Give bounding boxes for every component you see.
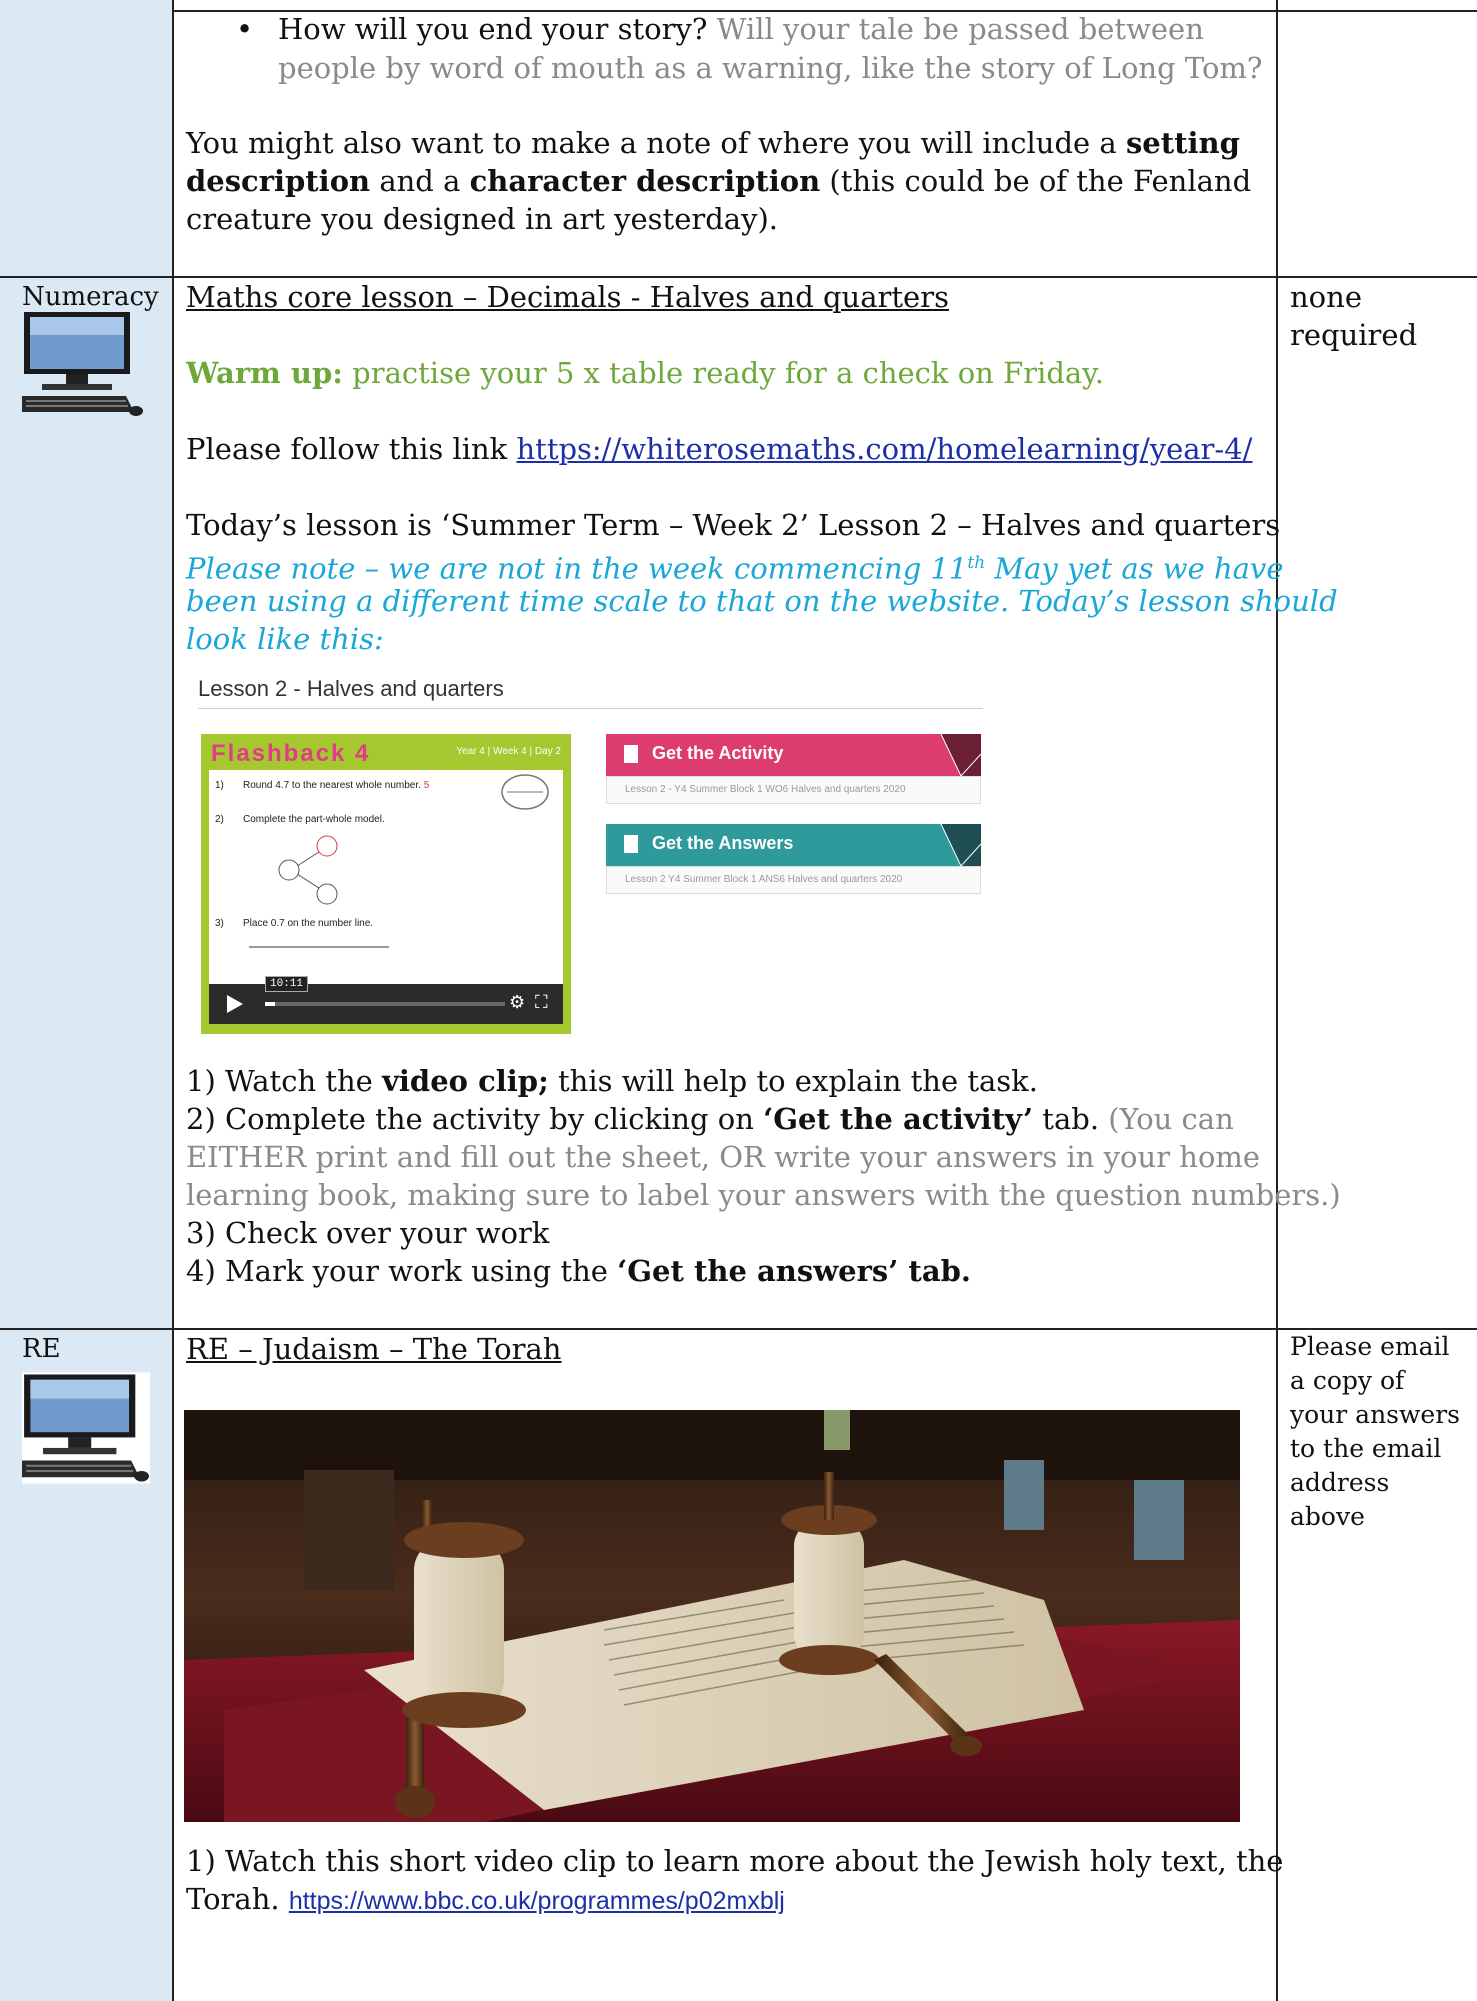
step-1: 1) Watch the video clip; this will help …	[186, 1064, 1038, 1098]
note-line: look like this:	[186, 622, 384, 656]
note-line: been using a different time scale to tha…	[186, 584, 1338, 618]
note-line-2: description and a character description …	[186, 164, 1252, 198]
numeracy-heading: Maths core lesson – Decimals - Halves an…	[186, 280, 949, 314]
flashback-meta: Year 4 | Week 4 | Day 2	[456, 746, 561, 757]
column-divider	[172, 0, 174, 2001]
get-activity-label: Get the Activity	[652, 743, 784, 763]
re-step-1: 1) Watch this short video clip to learn …	[186, 1844, 1284, 1878]
computer-icon	[22, 1372, 150, 1484]
evidence-line: none	[1290, 280, 1362, 314]
step-2: 2) Complete the activity by clicking on …	[186, 1102, 1234, 1136]
document-icon	[624, 745, 638, 763]
step-2-detail: learning book, making sure to label your…	[186, 1178, 1341, 1212]
question-1: Round 4.7 to the nearest whole number. 5	[243, 780, 430, 791]
bullet-line-2: people by word of mouth as a warning, li…	[278, 51, 1263, 85]
question-2: Complete the part-whole model.	[243, 814, 385, 825]
bbc-link[interactable]: https://www.bbc.co.uk/programmes/p02mxbl…	[289, 1887, 785, 1915]
evidence-line: above	[1290, 1502, 1365, 1531]
subject-label: Numeracy	[22, 282, 159, 312]
document-check-icon	[624, 835, 638, 853]
activity-file[interactable]: Lesson 2 - Y4 Summer Block 1 WO6 Halves …	[606, 776, 981, 804]
answers-file[interactable]: Lesson 2 Y4 Summer Block 1 ANS6 Halves a…	[606, 866, 981, 894]
get-answers-button[interactable]: Get the Answers	[606, 824, 981, 866]
column-divider	[1276, 0, 1278, 2001]
note-line-3: creature you designed in art yesterday).	[186, 202, 779, 236]
computer-icon	[22, 312, 143, 416]
evidence-line: your answers	[1290, 1400, 1460, 1429]
warm-up: Warm up: practise your 5 x table ready f…	[186, 356, 1104, 390]
note-line-1: You might also want to make a note of wh…	[186, 126, 1240, 160]
lesson-plan-table: • How will you end your story? Will your…	[0, 0, 1477, 2001]
step-2-detail: EITHER print and fill out the sheet, OR …	[186, 1140, 1261, 1174]
evidence-line: required	[1290, 318, 1418, 352]
lesson-screenshot: Lesson 2 - Halves and quarters Flashback…	[186, 672, 986, 1044]
today-lesson: Today’s lesson is ‘Summer Term – Week 2’…	[186, 508, 1281, 542]
question-3: Place 0.7 on the number line.	[243, 918, 374, 929]
evidence-line: address	[1290, 1468, 1390, 1497]
step-4: 4) Mark your work using the ‘Get the ans…	[186, 1254, 971, 1288]
bullet-dot: •	[236, 12, 254, 46]
step-3: 3) Check over your work	[186, 1216, 550, 1250]
part-whole-diagram	[278, 835, 338, 905]
decorative-shape-icon	[940, 824, 981, 866]
decorative-shape-icon	[940, 734, 981, 776]
fullscreen-icon[interactable]: ⛶	[535, 992, 548, 1013]
play-icon[interactable]	[225, 994, 245, 1014]
follow-link-line: Please follow this link https://whiteros…	[186, 432, 1253, 466]
video-time: 10:11	[265, 976, 309, 992]
video-controls[interactable]: 10:11 ⚙ ⛶	[209, 976, 563, 1024]
evidence-line: to the email	[1290, 1434, 1442, 1463]
get-answers-card[interactable]: Get the Answers Lesson 2 Y4 Summer Block…	[606, 824, 981, 896]
subject-label: RE	[22, 1334, 61, 1364]
bullet-line-1: How will you end your story? Will your t…	[278, 12, 1204, 46]
lesson-title: Lesson 2 - Halves and quarters	[198, 676, 504, 701]
re-heading: RE – Judaism – The Torah	[186, 1332, 562, 1366]
video-player[interactable]: Flashback 4 Year 4 | Week 4 | Day 2 1) R…	[201, 734, 571, 1034]
video-progress[interactable]	[265, 1002, 505, 1006]
evidence-line: a copy of	[1290, 1366, 1405, 1395]
get-answers-label: Get the Answers	[652, 833, 794, 853]
white-rose-link[interactable]: https://whiterosemaths.com/homelearning/…	[516, 432, 1252, 466]
evidence-line: Please email	[1290, 1332, 1450, 1361]
settings-icon[interactable]: ⚙	[509, 992, 525, 1013]
number-line-icon	[501, 774, 549, 810]
number-line	[249, 946, 389, 948]
divider	[198, 708, 983, 709]
flashback-title: Flashback 4	[211, 740, 371, 767]
get-activity-card[interactable]: Get the Activity Lesson 2 - Y4 Summer Bl…	[606, 734, 981, 806]
re-step-1-cont: Torah. https://www.bbc.co.uk/programmes/…	[186, 1882, 785, 1916]
torah-scroll-photo	[184, 1410, 1240, 1822]
get-activity-button[interactable]: Get the Activity	[606, 734, 981, 776]
